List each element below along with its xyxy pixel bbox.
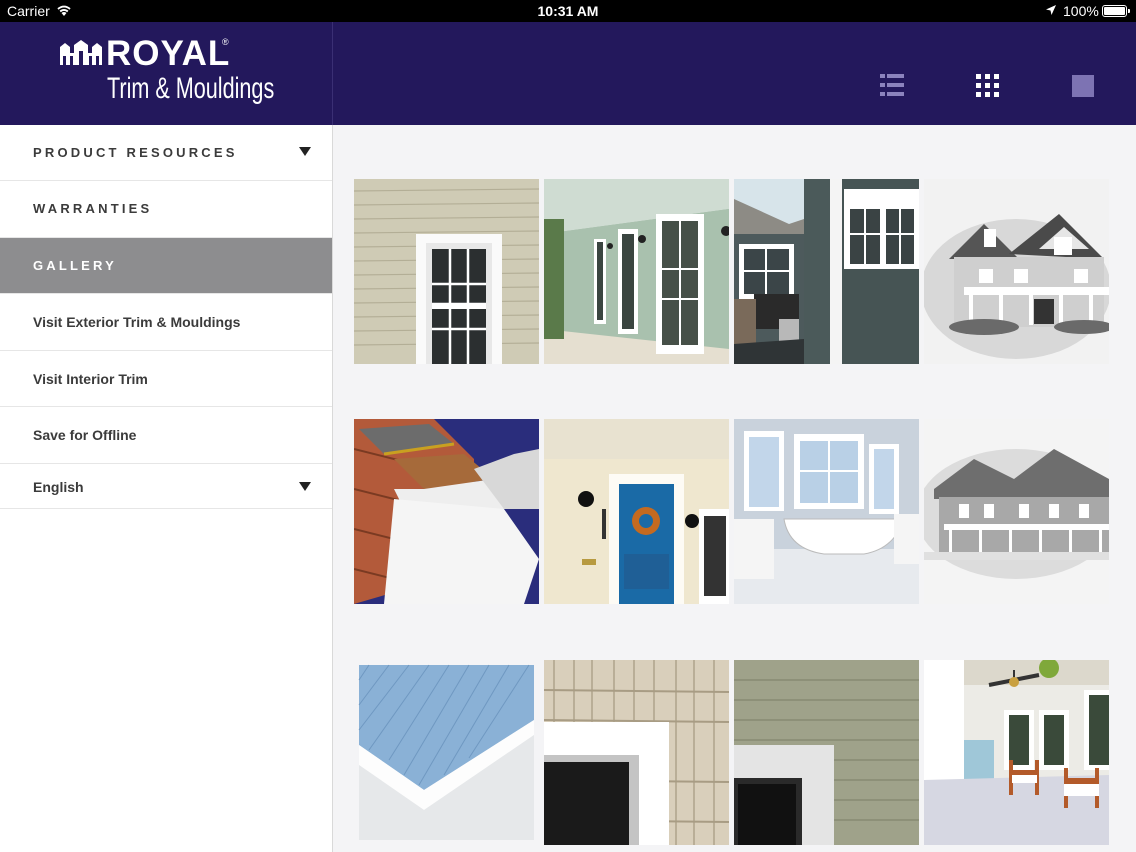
sidebar-item-label: Save for Offline	[33, 427, 137, 443]
crown-logo-icon	[60, 40, 102, 65]
registered-mark: ®	[222, 37, 229, 47]
sidebar-item-product-resources[interactable]: PRODUCT RESOURCES	[0, 125, 332, 181]
list-view-icon[interactable]	[880, 74, 904, 96]
sidebar-item-gallery[interactable]: GALLERY	[0, 238, 332, 294]
sidebar-item-label: GALLERY	[33, 258, 118, 273]
large-house-rendering-photo[interactable]	[924, 419, 1109, 604]
soffit-closeup-photo[interactable]	[354, 660, 539, 845]
app-header: ROYAL ® Trim & Mouldings	[0, 22, 1136, 125]
sidebar-item-save-offline[interactable]: Save for Offline	[0, 407, 332, 464]
brand-name: ROYAL	[106, 34, 231, 73]
status-bar: Carrier 10:31 AM 100%	[0, 0, 1136, 22]
clock: 10:31 AM	[537, 3, 599, 19]
sidebar-menu: PRODUCT RESOURCES WARRANTIES GALLERY Vis…	[0, 125, 333, 852]
sidebar-item-label: WARRANTIES	[33, 201, 153, 216]
dropdown-arrow-icon	[299, 482, 311, 491]
location-arrow-icon	[1046, 5, 1056, 15]
brand-tagline: Trim & Mouldings	[107, 72, 275, 105]
sidebar-item-visit-exterior[interactable]: Visit Exterior Trim & Mouldings	[0, 294, 332, 351]
blue-front-door-photo[interactable]	[544, 419, 729, 604]
dropdown-arrow-icon	[299, 147, 311, 156]
battery-percent: 100%	[1063, 3, 1099, 19]
battery-icon	[1102, 5, 1130, 17]
gallery-grid	[334, 125, 1136, 852]
sidebar-item-warranties[interactable]: WARRANTIES	[0, 181, 332, 238]
brand-logo: ROYAL ® Trim & Mouldings	[0, 22, 333, 125]
trim-cutaway-photo[interactable]	[354, 419, 539, 604]
porch-windows-photo[interactable]	[544, 179, 729, 364]
grid-view-icon[interactable]	[976, 74, 999, 97]
shake-siding-window-photo[interactable]	[544, 660, 729, 845]
sidebar-item-label: PRODUCT RESOURCES	[33, 145, 238, 160]
porch-chairs-photo[interactable]	[924, 660, 1109, 845]
house-rendering-photo[interactable]	[924, 179, 1109, 364]
sidebar-item-visit-interior[interactable]: Visit Interior Trim	[0, 351, 332, 407]
siding-window-photo[interactable]	[354, 179, 539, 364]
house-corner-grill-photo[interactable]	[734, 179, 919, 364]
sidebar-item-label: English	[33, 479, 84, 495]
sidebar-item-label: Visit Exterior Trim & Mouldings	[33, 314, 241, 330]
sidebar-item-label: Visit Interior Trim	[33, 371, 148, 387]
bathroom-tub-photo[interactable]	[734, 419, 919, 604]
sidebar-item-language[interactable]: English	[0, 464, 332, 509]
green-siding-window-photo[interactable]	[734, 660, 919, 845]
single-view-icon[interactable]	[1072, 75, 1094, 97]
